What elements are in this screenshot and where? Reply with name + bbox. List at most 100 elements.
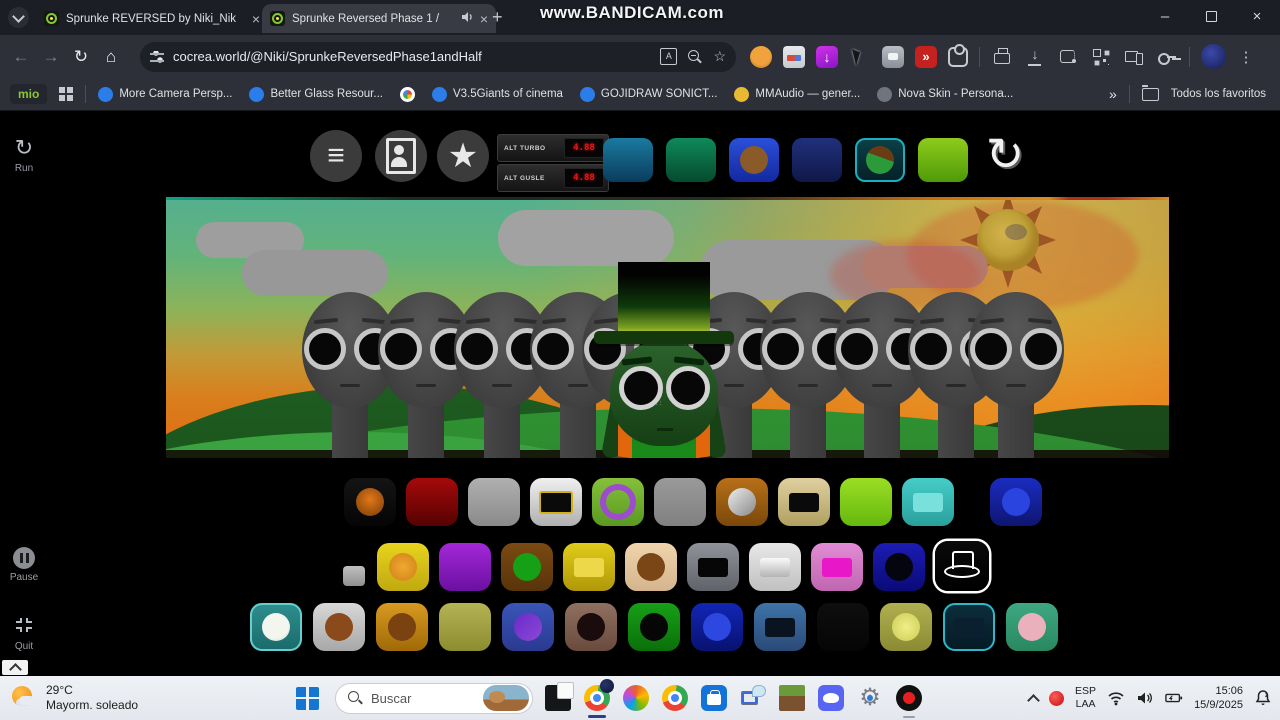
sound-pack-icon[interactable] (603, 138, 653, 182)
pause-button[interactable]: Pause (0, 547, 48, 583)
taskbar-search[interactable]: Buscar (335, 683, 533, 714)
sound-pack-icon[interactable] (729, 138, 779, 182)
url-text[interactable]: cocrea.world/@Niki/SprunkeReversedPhase1… (173, 49, 650, 64)
tab-search-chevron-icon[interactable] (8, 7, 29, 28)
chrome-taskbar-icon[interactable] (660, 683, 690, 713)
copilot-taskbar-icon[interactable] (621, 683, 651, 713)
print-icon[interactable] (991, 46, 1013, 68)
translate-icon[interactable]: A (660, 48, 677, 65)
game-favorite-button[interactable]: ★ (437, 130, 489, 182)
weather-widget[interactable]: 29°C Mayorm. soleado (0, 683, 240, 713)
minimize-button[interactable]: – (1142, 0, 1188, 32)
sound-icon[interactable] (1006, 603, 1058, 651)
collapse-chevron-button[interactable] (2, 660, 28, 675)
sound-icon[interactable] (628, 603, 680, 651)
sound-icon[interactable] (530, 478, 582, 526)
media-folder-extension-icon[interactable] (783, 46, 805, 68)
sound-pack-icon[interactable] (855, 138, 905, 182)
tab-close-icon[interactable]: × (252, 12, 260, 26)
grid-apps-icon[interactable] (1090, 46, 1112, 68)
sound-icon[interactable] (840, 478, 892, 526)
apps-grid-icon[interactable] (59, 87, 73, 101)
bookmark-mio[interactable]: mio (10, 84, 47, 104)
sound-icon[interactable] (501, 543, 553, 591)
sound-icon[interactable] (691, 603, 743, 651)
extensions-puzzle-icon[interactable] (948, 47, 968, 67)
settings-taskbar-icon[interactable] (855, 683, 885, 713)
sound-icon[interactable] (687, 543, 739, 591)
fast-forward-extension-icon[interactable] (915, 46, 937, 68)
sound-icon[interactable] (880, 603, 932, 651)
address-bar[interactable]: cocrea.world/@Niki/SprunkeReversedPhase1… (140, 42, 736, 72)
pcapp-taskbar-icon[interactable] (738, 683, 768, 713)
green-hat-character[interactable]: :: (604, 262, 724, 458)
bandicam-recording-icon[interactable] (1049, 691, 1064, 706)
close-button[interactable]: × (1234, 0, 1280, 32)
bookmark-item[interactable]: MMAudio — gener... (734, 87, 860, 102)
bandicam-taskbar-icon[interactable] (894, 683, 924, 713)
sound-pack-icon[interactable] (918, 138, 968, 182)
sound-pack-icon[interactable] (666, 138, 716, 182)
sound-pack-icon[interactable] (792, 138, 842, 182)
sound-icon[interactable] (902, 478, 954, 526)
store-taskbar-icon[interactable] (699, 683, 729, 713)
bookmark-item[interactable]: More Camera Persp... (98, 87, 232, 102)
sound-icon[interactable] (439, 603, 491, 651)
speaker-icon[interactable] (1136, 689, 1154, 707)
start-button[interactable] (296, 687, 319, 710)
sound-icon[interactable] (873, 543, 925, 591)
sound-icon[interactable] (935, 541, 989, 591)
sound-icon[interactable] (343, 566, 365, 586)
game-menu-button[interactable]: ≡ (310, 130, 362, 182)
video-downloader-extension-icon[interactable] (816, 46, 838, 68)
bookmark-star-icon[interactable]: ☆ (713, 48, 726, 65)
cursor-extension-icon[interactable] (849, 46, 871, 68)
password-key-icon[interactable] (1156, 46, 1178, 68)
sound-icon[interactable] (377, 543, 429, 591)
zoom-out-icon[interactable] (687, 49, 703, 65)
sound-icon[interactable] (990, 478, 1042, 526)
sound-icon[interactable] (502, 603, 554, 651)
sound-icon[interactable] (439, 543, 491, 591)
sound-icon[interactable] (592, 478, 644, 526)
sound-icon[interactable] (749, 543, 801, 591)
gray-extension-icon[interactable] (882, 46, 904, 68)
language-indicator[interactable]: ESP LAA (1075, 685, 1096, 711)
wifi-icon[interactable] (1107, 689, 1125, 707)
notification-bell-icon[interactable]: z (1254, 689, 1272, 707)
bookmark-item[interactable]: Nova Skin - Persona... (877, 87, 1013, 102)
quit-button[interactable]: Quit (0, 614, 48, 652)
tab-sprunke-reversed-phase1[interactable]: Sprunke Reversed Phase 1 / × (262, 4, 496, 33)
back-icon[interactable]: ← (6, 47, 36, 67)
sound-icon[interactable] (817, 603, 869, 651)
sound-icon[interactable] (565, 603, 617, 651)
devices-icon[interactable] (1123, 46, 1145, 68)
home-icon[interactable]: ⌂ (96, 47, 126, 67)
chrome-active-taskbar-icon[interactable] (582, 683, 612, 713)
game-stage[interactable]: :: (166, 200, 1169, 458)
taskview-taskbar-icon[interactable] (543, 683, 573, 713)
forward-icon[interactable]: → (36, 47, 66, 67)
tab-sprunke-reversed[interactable]: Sprunke REVERSED by Niki_Nik × (36, 4, 268, 33)
bookmarks-overflow-icon[interactable]: » (1109, 86, 1117, 102)
maximize-button[interactable] (1188, 0, 1234, 32)
sound-icon[interactable] (654, 478, 706, 526)
sound-icon[interactable] (754, 603, 806, 651)
sound-icon[interactable] (563, 543, 615, 591)
minecraft-taskbar-icon[interactable] (777, 683, 807, 713)
tray-chevron-icon[interactable] (1027, 694, 1040, 707)
tab-close-icon[interactable]: × (480, 12, 488, 26)
profile-avatar[interactable] (1201, 44, 1226, 69)
sound-icon[interactable] (625, 543, 677, 591)
menu-kebab-icon[interactable]: ⋮ (1237, 48, 1255, 66)
discord-taskbar-icon[interactable] (816, 683, 846, 713)
search-highlight-image[interactable] (483, 685, 529, 711)
new-tab-button[interactable]: + (492, 7, 503, 27)
sound-icon[interactable] (943, 603, 995, 651)
gray-character[interactable] (968, 292, 1064, 458)
sound-icon[interactable] (376, 603, 428, 651)
sound-icon[interactable] (468, 478, 520, 526)
sound-icon[interactable] (811, 543, 863, 591)
battery-icon[interactable] (1165, 689, 1183, 707)
tab-audio-icon[interactable] (461, 11, 474, 26)
